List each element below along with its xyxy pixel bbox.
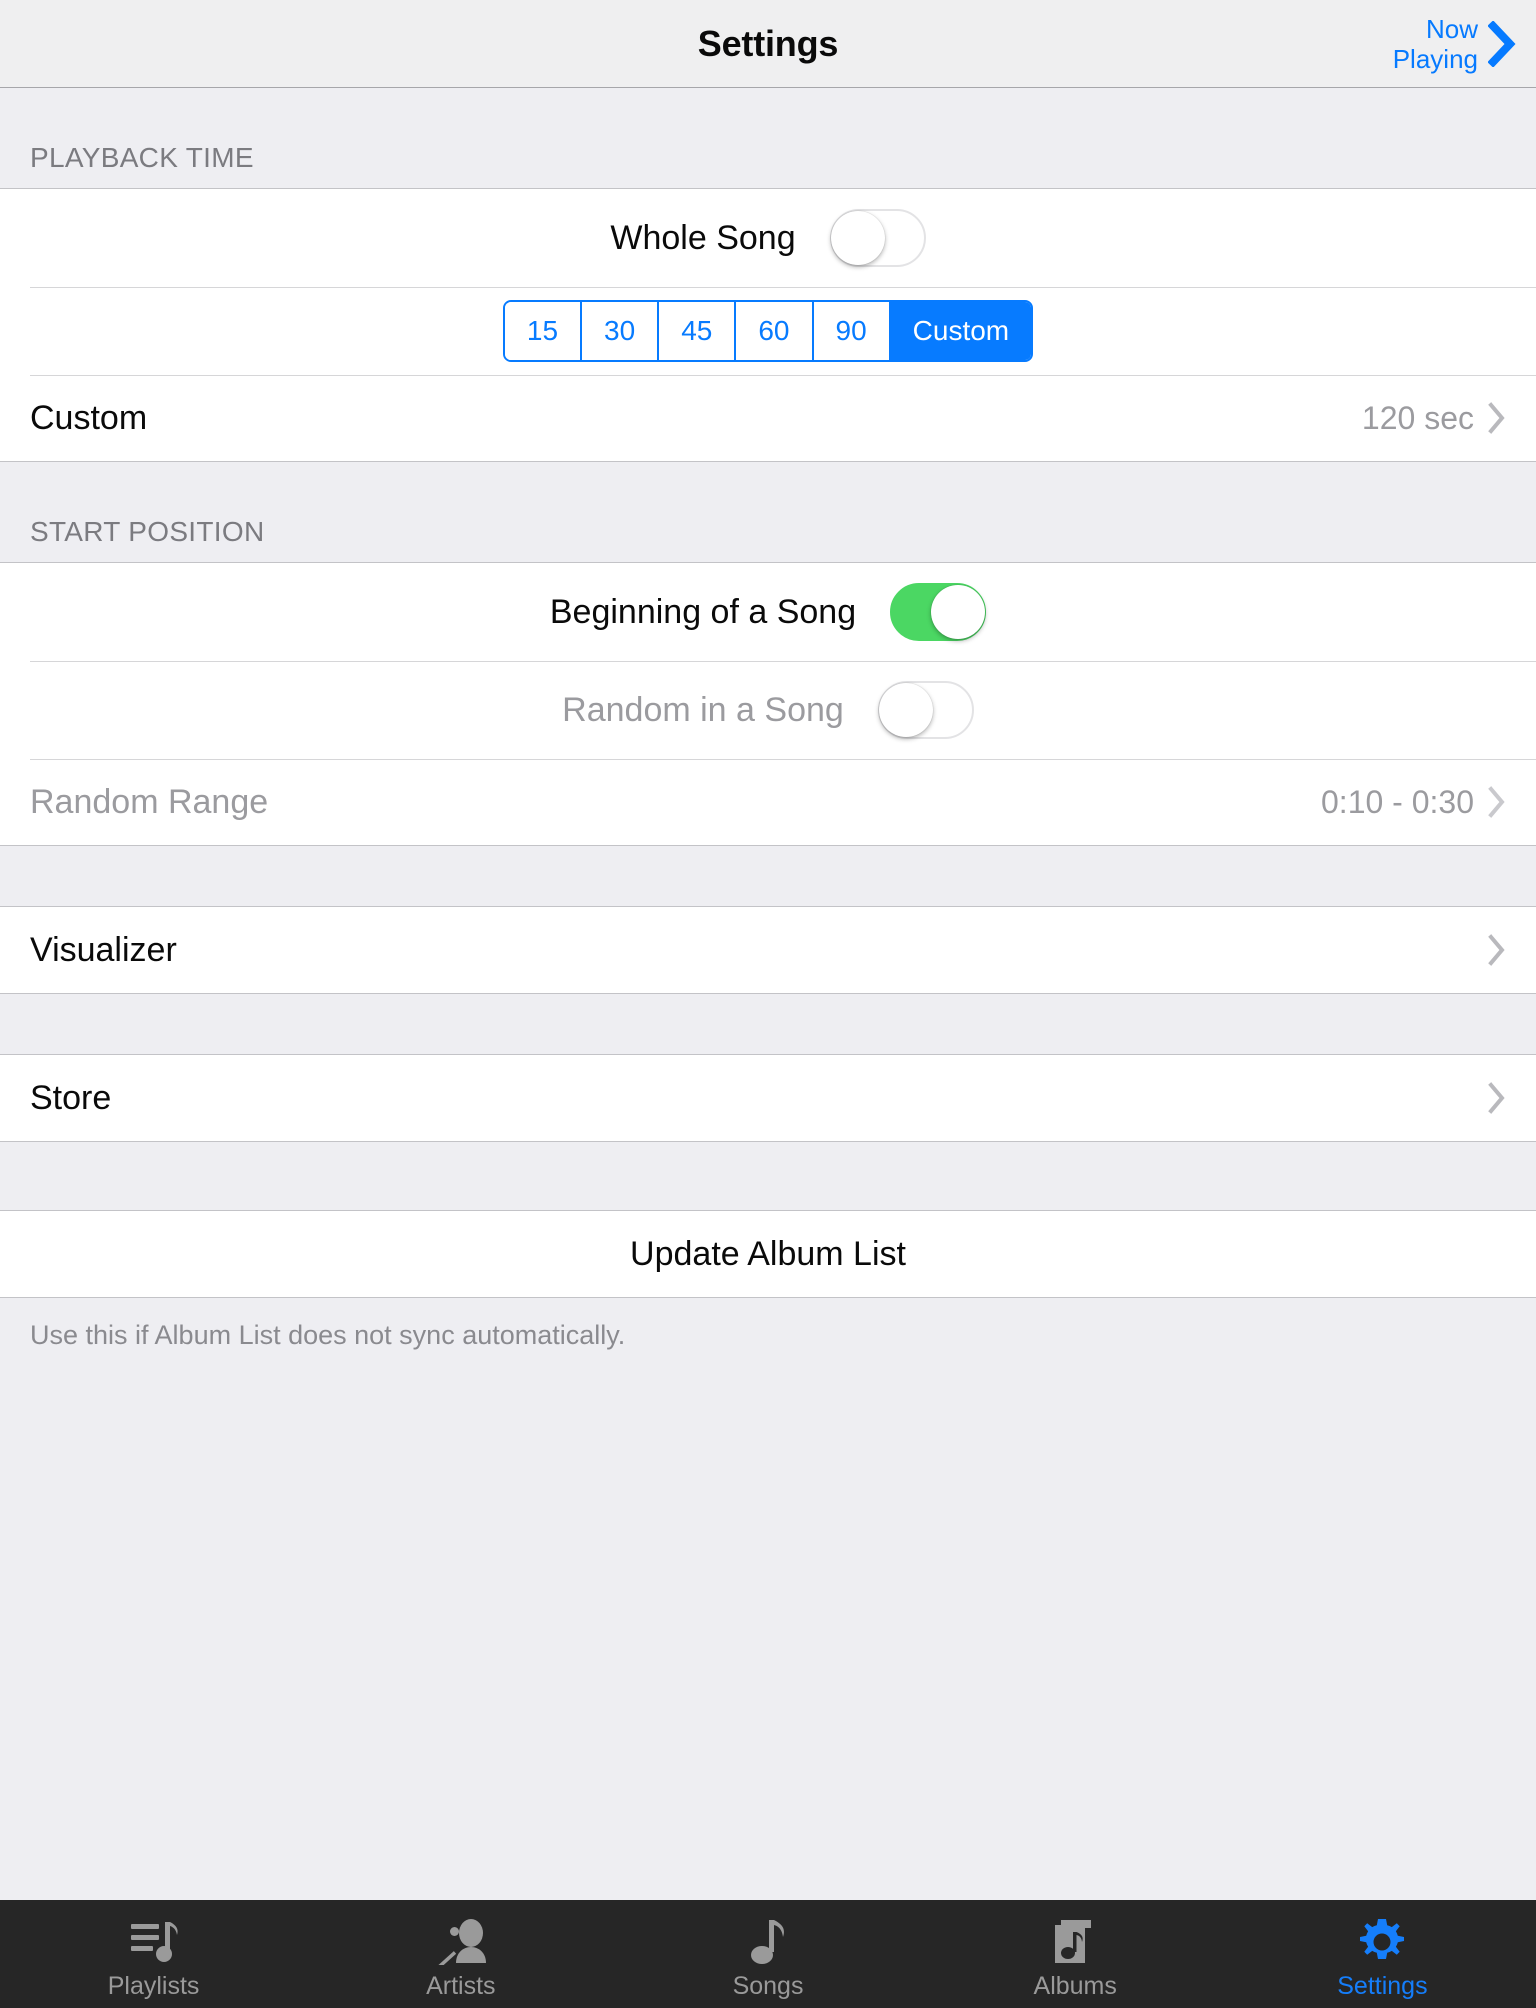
whole-song-label: Whole Song [610, 218, 796, 257]
toggle-knob [830, 211, 885, 265]
store-label: Store [30, 1078, 112, 1117]
random-range-label: Random Range [30, 782, 269, 821]
duration-segmented-control[interactable]: 15 30 45 60 90 Custom [502, 300, 1034, 362]
tab-songs[interactable]: Songs [614, 1900, 921, 2008]
beginning-of-song-toggle[interactable] [890, 583, 987, 641]
toggle-knob [878, 683, 933, 737]
section-spacer [0, 846, 1536, 906]
row-random-range[interactable]: Random Range 0:10 - 0:30 [0, 759, 1536, 845]
chevron-right-icon [1488, 402, 1506, 434]
navigation-bar: Settings Now Playing [0, 0, 1536, 88]
segment-30[interactable]: 30 [580, 302, 658, 360]
section-header-playback-time: PLAYBACK TIME [0, 88, 1536, 188]
row-update-album-list[interactable]: Update Album List [0, 1211, 1536, 1297]
random-range-value: 0:10 - 0:30 [1321, 783, 1474, 820]
row-custom-duration[interactable]: Custom 120 sec [0, 375, 1536, 461]
now-playing-button[interactable]: Now Playing [1393, 14, 1516, 74]
group-update-album-list: Update Album List [0, 1210, 1536, 1298]
whole-song-toggle[interactable] [829, 209, 926, 267]
tab-albums[interactable]: Albums [922, 1900, 1229, 2008]
custom-duration-value: 120 sec [1361, 399, 1474, 436]
playlist-note-icon [129, 1914, 179, 1970]
chevron-right-icon [1488, 786, 1506, 818]
tab-label: Settings [1337, 1971, 1428, 2000]
section-spacer [0, 1142, 1536, 1210]
row-beginning-of-song[interactable]: Beginning of a Song [0, 563, 1536, 661]
segment-90[interactable]: 90 [811, 302, 889, 360]
chevron-right-icon [1488, 1082, 1506, 1114]
section-spacer [0, 994, 1536, 1054]
update-album-list-label: Update Album List [630, 1234, 906, 1273]
group-start-position: Beginning of a Song Random in a Song Ran… [0, 562, 1536, 846]
update-album-list-footer: Use this if Album List does not sync aut… [0, 1298, 1536, 1351]
album-stack-icon [1051, 1914, 1099, 1970]
gear-icon [1358, 1914, 1406, 1970]
group-visualizer: Visualizer [0, 906, 1536, 994]
now-playing-label: Now Playing [1392, 13, 1478, 74]
random-in-song-label: Random in a Song [562, 690, 844, 729]
row-store[interactable]: Store [0, 1055, 1536, 1141]
microphone-person-icon [434, 1914, 488, 1970]
random-in-song-toggle[interactable] [877, 681, 974, 739]
group-playback-time: Whole Song 15 30 45 60 90 Custom Custom … [0, 188, 1536, 462]
group-store: Store [0, 1054, 1536, 1142]
tab-playlists[interactable]: Playlists [0, 1900, 307, 2008]
tab-settings[interactable]: Settings [1229, 1900, 1536, 2008]
section-header-start-position: START POSITION [0, 462, 1536, 562]
beginning-of-song-label: Beginning of a Song [549, 592, 857, 631]
chevron-right-icon [1488, 934, 1506, 966]
tab-artists[interactable]: Artists [307, 1900, 614, 2008]
segment-custom[interactable]: Custom [888, 302, 1032, 360]
segment-60[interactable]: 60 [734, 302, 812, 360]
music-note-icon [749, 1914, 787, 1970]
tab-label: Albums [1033, 1971, 1117, 2000]
page-title: Settings [697, 22, 839, 64]
segment-45[interactable]: 45 [657, 302, 735, 360]
row-random-in-song[interactable]: Random in a Song [0, 661, 1536, 759]
segment-15[interactable]: 15 [504, 302, 581, 360]
tab-label: Playlists [107, 1971, 200, 2000]
tab-label: Artists [426, 1971, 496, 2000]
app-screen: Settings Now Playing PLAYBACK TIME Whole… [0, 0, 1536, 2008]
tab-label: Songs [732, 1971, 804, 2000]
visualizer-label: Visualizer [30, 930, 177, 969]
row-whole-song[interactable]: Whole Song [0, 189, 1536, 287]
row-duration-segmented[interactable]: 15 30 45 60 90 Custom [0, 287, 1536, 375]
toggle-knob [931, 585, 986, 639]
tab-bar: Playlists Artists Songs Albums Settings [0, 1900, 1536, 2008]
row-visualizer[interactable]: Visualizer [0, 907, 1536, 993]
settings-content: PLAYBACK TIME Whole Song 15 30 45 60 90 … [0, 88, 1536, 1900]
custom-duration-label: Custom [30, 398, 148, 437]
chevron-right-icon [1488, 20, 1516, 67]
